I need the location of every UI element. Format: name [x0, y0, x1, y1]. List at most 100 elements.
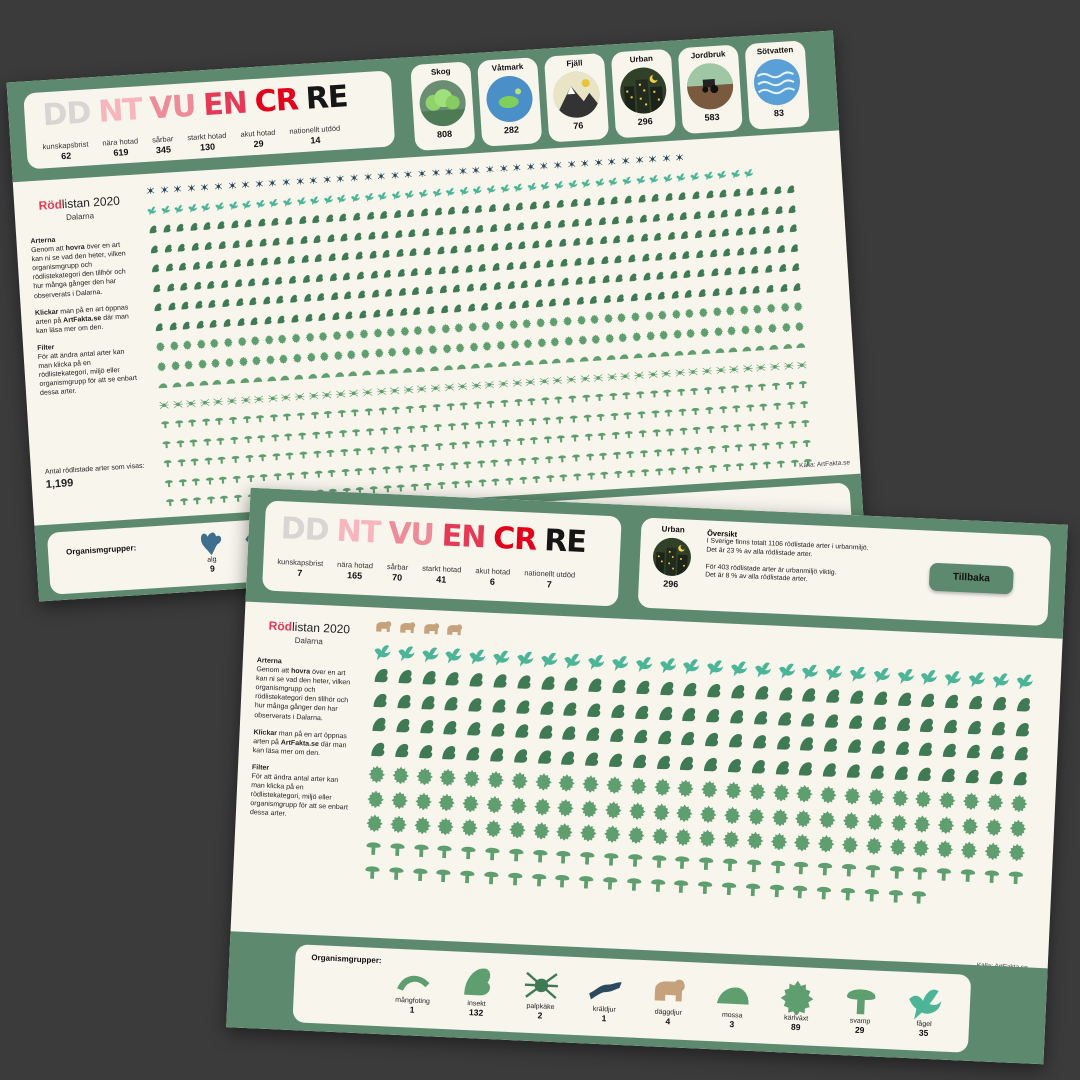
mushroom-icon[interactable] — [377, 405, 388, 416]
plant-icon[interactable] — [675, 803, 694, 822]
insect-icon[interactable] — [448, 225, 459, 236]
plant-icon[interactable] — [209, 338, 220, 349]
plant-icon[interactable] — [415, 767, 434, 786]
insect-icon[interactable] — [723, 266, 734, 277]
spider-icon[interactable] — [770, 361, 781, 372]
mushroom-icon[interactable] — [776, 458, 787, 469]
plant-icon[interactable] — [960, 840, 979, 860]
mushroom-icon[interactable] — [744, 382, 755, 393]
mushroom-icon[interactable] — [434, 441, 445, 452]
insect-icon[interactable] — [651, 212, 662, 223]
mushroom-icon[interactable] — [407, 442, 418, 453]
mushroom-icon[interactable] — [526, 396, 537, 407]
mushroom-icon[interactable] — [367, 464, 378, 475]
mushroom-icon[interactable] — [707, 443, 718, 454]
insect-icon[interactable] — [588, 294, 599, 305]
mushroom-icon[interactable] — [435, 460, 446, 471]
mushroom-icon[interactable] — [201, 416, 212, 427]
plant-icon[interactable] — [536, 337, 547, 348]
mite-icon[interactable] — [403, 169, 414, 180]
mushroom-icon[interactable] — [165, 497, 176, 508]
insect-icon[interactable] — [365, 211, 376, 222]
bird-icon[interactable] — [635, 654, 654, 673]
moss-icon[interactable] — [334, 369, 345, 380]
bird-icon[interactable] — [323, 194, 334, 205]
insect-icon[interactable] — [598, 235, 609, 246]
mite-icon[interactable] — [295, 176, 306, 187]
insect-icon[interactable] — [220, 298, 231, 309]
mushroom-icon[interactable] — [411, 864, 430, 883]
plant-icon[interactable] — [238, 355, 249, 367]
mite-icon[interactable] — [213, 181, 224, 192]
mushroom-icon[interactable] — [571, 452, 582, 463]
insect-icon[interactable] — [638, 213, 649, 224]
insect-icon[interactable] — [243, 218, 254, 229]
mushroom-icon[interactable] — [982, 866, 1001, 885]
insect-icon[interactable] — [667, 250, 678, 261]
mite-icon[interactable] — [457, 166, 468, 177]
insect-icon[interactable] — [382, 268, 393, 279]
insect-icon[interactable] — [561, 700, 580, 719]
insect-icon[interactable] — [726, 732, 745, 751]
bird-icon[interactable] — [337, 193, 348, 204]
insect-icon[interactable] — [601, 274, 612, 285]
mushroom-icon[interactable] — [229, 434, 240, 445]
mushroom-icon[interactable] — [433, 421, 444, 432]
mushroom-icon[interactable] — [601, 873, 620, 892]
insect-icon[interactable] — [512, 722, 531, 741]
bird-icon[interactable] — [432, 187, 443, 198]
mushroom-icon[interactable] — [518, 475, 529, 486]
bird-icon[interactable] — [730, 168, 741, 179]
insect-icon[interactable] — [734, 226, 745, 237]
mushroom-icon[interactable] — [838, 884, 857, 903]
insect-icon[interactable] — [327, 252, 338, 263]
mushroom-icon[interactable] — [270, 432, 281, 443]
mushroom-icon[interactable] — [886, 886, 905, 905]
mushroom-icon[interactable] — [667, 465, 678, 476]
mushroom-icon[interactable] — [364, 838, 383, 857]
plant-icon[interactable] — [437, 817, 456, 836]
moss-icon[interactable] — [388, 365, 399, 376]
plant-icon[interactable] — [672, 328, 683, 339]
insect-icon[interactable] — [188, 222, 199, 233]
insect-icon[interactable] — [369, 269, 380, 280]
insect-icon[interactable] — [847, 688, 866, 707]
insect-icon[interactable] — [941, 717, 960, 736]
insect-icon[interactable] — [800, 686, 819, 705]
moss-icon[interactable] — [225, 376, 236, 387]
mite-icon[interactable] — [430, 167, 441, 178]
plant-icon[interactable] — [223, 337, 234, 348]
mushroom-icon[interactable] — [529, 435, 540, 446]
mushroom-icon[interactable] — [958, 865, 977, 884]
mite-icon[interactable] — [471, 165, 482, 176]
insect-icon[interactable] — [681, 249, 692, 260]
insect-icon[interactable] — [274, 275, 285, 286]
mite-icon[interactable] — [620, 155, 631, 166]
mushroom-icon[interactable] — [286, 470, 297, 481]
spider-icon[interactable] — [566, 374, 577, 385]
insect-icon[interactable] — [203, 240, 214, 251]
insect-icon[interactable] — [396, 668, 415, 687]
mushroom-icon[interactable] — [748, 460, 759, 471]
plant-icon[interactable] — [555, 822, 574, 841]
insect-icon[interactable] — [475, 223, 486, 234]
insect-icon[interactable] — [283, 216, 294, 227]
insect-icon[interactable] — [312, 234, 323, 245]
insect-icon[interactable] — [270, 217, 281, 228]
mushroom-icon[interactable] — [366, 445, 377, 456]
plant-icon[interactable] — [772, 783, 791, 802]
insect-icon[interactable] — [710, 287, 721, 298]
insect-icon[interactable] — [290, 313, 301, 324]
insect-icon[interactable] — [561, 296, 572, 307]
insect-icon[interactable] — [395, 692, 414, 711]
mushroom-icon[interactable] — [434, 865, 453, 884]
mushroom-icon[interactable] — [177, 476, 188, 487]
bird-icon[interactable] — [486, 183, 497, 194]
mushroom-icon[interactable] — [298, 449, 309, 460]
moss-icon[interactable] — [673, 348, 684, 359]
insect-icon[interactable] — [464, 263, 475, 274]
insect-icon[interactable] — [749, 245, 760, 256]
plant-icon[interactable] — [460, 818, 479, 837]
mushroom-icon[interactable] — [503, 456, 514, 467]
mushroom-icon[interactable] — [613, 469, 624, 480]
